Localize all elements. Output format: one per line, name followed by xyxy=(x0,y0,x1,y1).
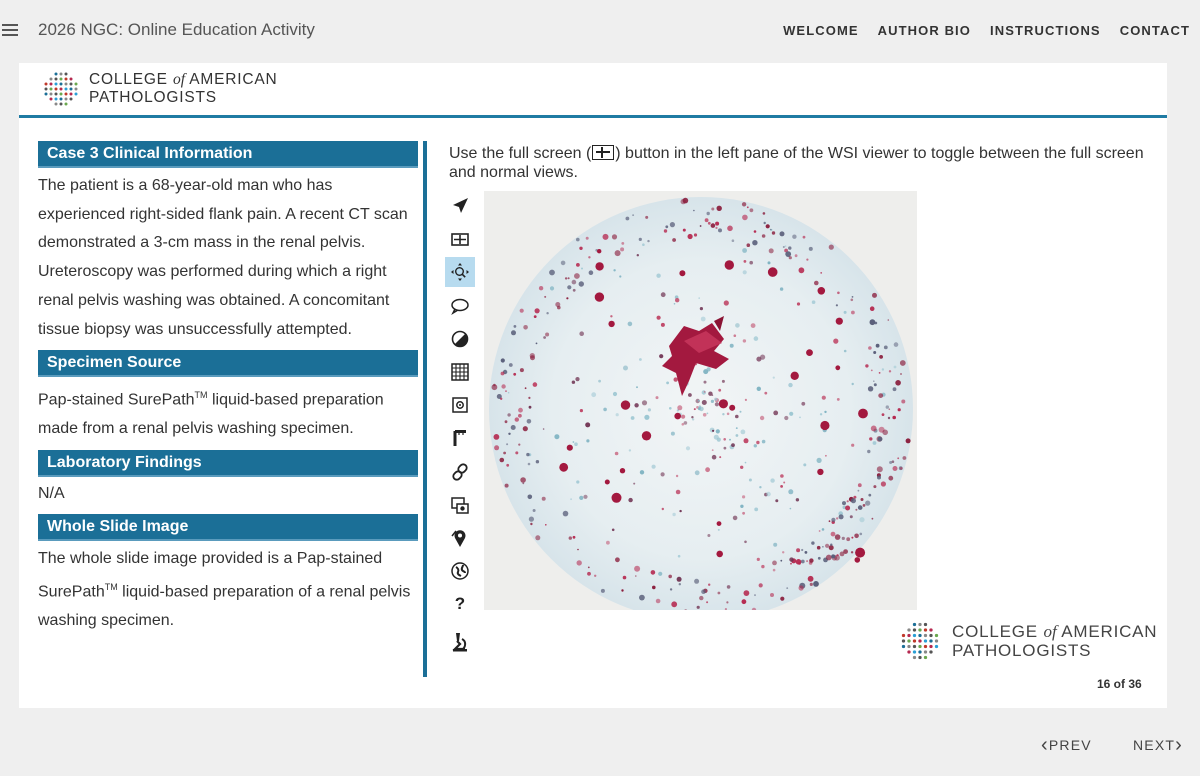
nav-contact[interactable]: CONTACT xyxy=(1120,23,1190,38)
microscope-icon[interactable] xyxy=(445,627,475,657)
cap-logo-mark xyxy=(901,622,939,660)
chevron-right-icon: › xyxy=(1175,734,1184,756)
snapshot-icon[interactable] xyxy=(445,390,475,420)
grid-icon[interactable] xyxy=(445,357,475,387)
case-info-column: Case 3 Clinical Information The patient … xyxy=(38,141,418,642)
wsi-toolbar: ? xyxy=(445,191,475,660)
trademark: TM xyxy=(194,390,208,401)
section-heading-lab: Laboratory Findings xyxy=(38,449,418,477)
column-divider xyxy=(423,141,427,677)
fullscreen-icon xyxy=(592,145,615,160)
page-counter: 16 of 36 xyxy=(1097,677,1142,691)
card-header: COLLEGE of AMERICAN PATHOLOGISTS xyxy=(19,63,1167,118)
section-body-clinical: The patient is a 68-year-old man who has… xyxy=(38,177,408,338)
viewer-instruction: Use the full screen () button in the lef… xyxy=(449,145,1144,181)
specimen-text: Pap-stained SurePath xyxy=(38,391,195,409)
logo-text-of: of xyxy=(172,71,185,88)
trademark: TM xyxy=(104,582,118,593)
wsi-viewer[interactable] xyxy=(484,191,917,610)
fullscreen-icon[interactable] xyxy=(445,224,475,254)
camera-icon[interactable] xyxy=(445,490,475,520)
pointer-icon[interactable] xyxy=(445,191,475,221)
chevron-left-icon: ‹ xyxy=(1041,734,1049,756)
link-icon[interactable] xyxy=(445,457,475,487)
logo-text-pathologists: PATHOLOGISTS xyxy=(89,89,217,106)
help-icon[interactable]: ? xyxy=(445,589,475,619)
ruler-icon[interactable] xyxy=(445,423,475,453)
cap-logo-footer: COLLEGE of AMERICAN PATHOLOGISTS xyxy=(898,619,1157,663)
globe-icon[interactable] xyxy=(445,556,475,586)
app-title: 2026 NGC: Online Education Activity xyxy=(38,20,315,39)
logo-text-college: COLLEGE xyxy=(89,71,173,88)
contrast-icon[interactable] xyxy=(445,324,475,354)
next-button[interactable]: NEXT › xyxy=(1133,734,1184,756)
content-card: COLLEGE of AMERICAN PATHOLOGISTS Case 3 … xyxy=(19,63,1167,708)
comment-icon[interactable] xyxy=(445,291,475,321)
logo-text-american: AMERICAN xyxy=(185,71,278,88)
section-heading-wsi: Whole Slide Image xyxy=(38,513,418,541)
top-bar: 2026 NGC: Online Education Activity WELC… xyxy=(0,0,1200,60)
cap-logo: COLLEGE of AMERICAN PATHOLOGISTS xyxy=(41,69,277,109)
nav-welcome[interactable]: WELCOME xyxy=(783,23,859,38)
section-body-wsi: The whole slide image provided is a Pap-… xyxy=(38,545,418,636)
section-body-lab: N/A xyxy=(38,484,65,502)
section-heading-clinical: Case 3 Clinical Information xyxy=(38,141,418,168)
pan-zoom-icon[interactable] xyxy=(445,257,475,288)
slide-image xyxy=(489,197,913,610)
section-body-specimen: Pap-stained SurePathTM liquid-based prep… xyxy=(38,381,418,444)
nav-author-bio[interactable]: AUTHOR BIO xyxy=(878,23,971,38)
annotation-pin-icon[interactable] xyxy=(445,523,475,553)
menu-icon[interactable] xyxy=(2,24,18,36)
cap-logo-mark xyxy=(44,72,78,106)
section-heading-specimen: Specimen Source xyxy=(38,350,418,378)
prev-button[interactable]: ‹ PREV xyxy=(1041,734,1092,756)
nav-instructions[interactable]: INSTRUCTIONS xyxy=(990,23,1101,38)
top-nav: WELCOME AUTHOR BIO INSTRUCTIONS CONTACT xyxy=(764,23,1190,38)
